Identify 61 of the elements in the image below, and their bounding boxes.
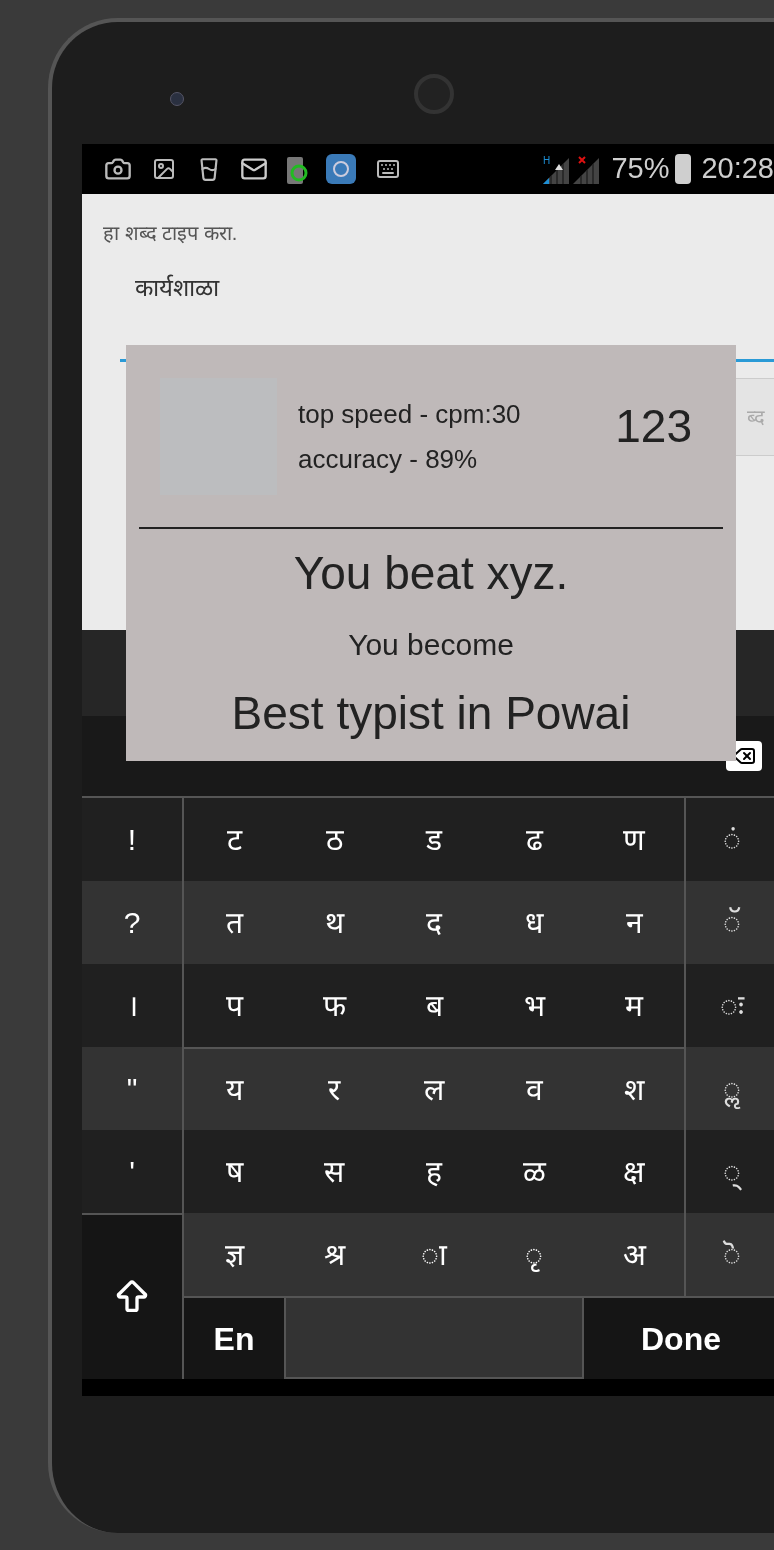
letter-key[interactable]: ह <box>384 1130 484 1213</box>
punctuation-key[interactable]: । <box>82 964 184 1047</box>
letter-key[interactable]: ज्ञ <box>184 1213 284 1296</box>
app-icon <box>326 154 356 184</box>
letter-key[interactable]: र <box>284 1047 384 1130</box>
letter-key[interactable]: ल <box>384 1047 484 1130</box>
front-camera-icon <box>170 92 184 106</box>
letter-key[interactable]: न <box>584 881 684 964</box>
letter-key[interactable]: ◌ा <box>384 1213 484 1296</box>
punctuation-key[interactable]: " <box>82 1047 184 1130</box>
space-key[interactable] <box>284 1296 584 1379</box>
score: 123 <box>615 399 692 454</box>
letter-key[interactable]: श <box>584 1047 684 1130</box>
punctuation-key[interactable]: ' <box>82 1130 184 1213</box>
prompt-text: हा शब्द टाइप करा. <box>103 221 239 246</box>
letter-key[interactable]: य <box>184 1047 284 1130</box>
letter-key[interactable]: ट <box>184 798 284 881</box>
letter-key[interactable]: ◌ृ <box>484 1213 584 1296</box>
language-key[interactable]: En <box>184 1296 284 1379</box>
sign-key[interactable]: ◌् <box>684 1130 774 1213</box>
result-title: Best typist in Powai <box>231 686 631 741</box>
result-headline: You beat xyz. <box>293 546 569 601</box>
sign-key[interactable]: ◌ः <box>684 964 774 1047</box>
battery-percent: 75% <box>611 151 670 187</box>
letter-key[interactable]: ब <box>384 964 484 1047</box>
target-word: कार्यशाळा <box>135 273 221 303</box>
done-key[interactable]: Done <box>584 1296 774 1379</box>
sign-key[interactable]: ◌ॅ <box>684 881 774 964</box>
letter-key[interactable]: फ <box>284 964 384 1047</box>
letter-key[interactable]: भ <box>484 964 584 1047</box>
letter-key[interactable]: त <box>184 881 284 964</box>
speed-text: top speed - cpm:30 <box>298 397 521 431</box>
result-subline: You become <box>348 627 514 663</box>
no-signal-icon <box>571 154 602 184</box>
letter-key[interactable]: ण <box>584 798 684 881</box>
clock: 20:28 <box>701 151 774 187</box>
shift-key[interactable] <box>82 1213 184 1379</box>
letter-key[interactable]: ढ <box>484 798 584 881</box>
battery-icon <box>675 154 692 184</box>
punctuation-key[interactable]: ? <box>82 881 184 964</box>
letter-key[interactable]: ळ <box>484 1130 584 1213</box>
letter-key[interactable]: ठ <box>284 798 384 881</box>
letter-key[interactable]: अ <box>584 1213 684 1296</box>
letter-key[interactable]: म <box>584 964 684 1047</box>
accuracy-text: accuracy - 89% <box>298 442 479 476</box>
letter-key[interactable]: द <box>384 881 484 964</box>
letter-key[interactable]: थ <box>284 881 384 964</box>
sign-key[interactable]: ◌ॢ <box>684 1047 774 1130</box>
letter-key[interactable]: श्र <box>284 1213 384 1296</box>
letter-key[interactable]: ष <box>184 1130 284 1213</box>
punctuation-key[interactable]: ! <box>82 798 184 881</box>
letter-key[interactable]: व <box>484 1047 584 1130</box>
image-icon <box>152 157 176 181</box>
letter-key[interactable]: स <box>284 1130 384 1213</box>
sign-key[interactable]: ◌ॆ <box>684 1213 774 1296</box>
letter-key[interactable]: ड <box>384 798 484 881</box>
letter-key[interactable]: क्ष <box>584 1130 684 1213</box>
letter-key[interactable]: प <box>184 964 284 1047</box>
letter-key[interactable]: ध <box>484 881 584 964</box>
sign-key[interactable]: ◌ं <box>684 798 774 881</box>
keyboard-icon <box>376 157 400 181</box>
